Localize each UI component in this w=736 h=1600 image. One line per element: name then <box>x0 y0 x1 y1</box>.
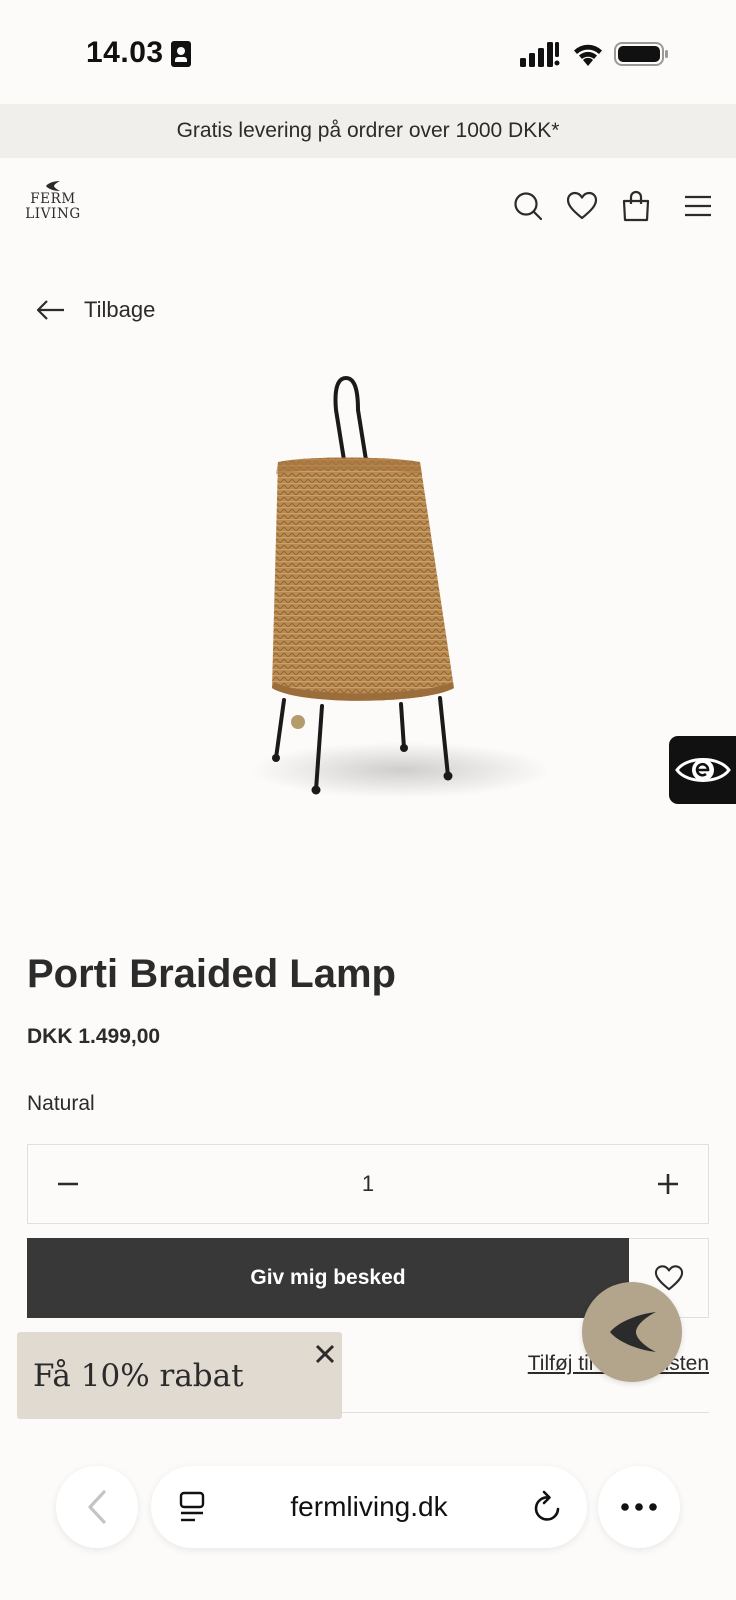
close-icon[interactable] <box>311 1340 339 1368</box>
notify-me-button[interactable]: Giv mig besked <box>27 1238 629 1318</box>
chat-button[interactable] <box>582 1282 682 1382</box>
minus-icon <box>58 1182 78 1186</box>
browser-toolbar: fermliving.dk <box>0 1448 736 1600</box>
heart-icon[interactable] <box>566 190 598 222</box>
tabs-icon[interactable] <box>177 1491 207 1523</box>
discount-popup[interactable]: Få 10% rabat <box>17 1332 342 1419</box>
arrow-left-icon <box>36 300 64 320</box>
accessibility-button[interactable] <box>669 736 736 804</box>
status-bar: 14.03 <box>0 0 736 104</box>
site-header: FERM LIVING <box>0 158 736 258</box>
product-title: Porti Braided Lamp <box>27 952 396 996</box>
bag-icon[interactable] <box>620 190 652 222</box>
search-icon[interactable] <box>512 190 544 222</box>
heart-icon <box>654 1265 683 1291</box>
address-bar[interactable]: fermliving.dk <box>151 1466 587 1548</box>
contact-card-icon <box>171 41 191 67</box>
product-image[interactable] <box>226 370 546 840</box>
product-price: DKK 1.499,00 <box>27 1025 161 1048</box>
cellular-signal-icon <box>520 42 560 67</box>
back-link[interactable]: Tilbage <box>36 292 155 328</box>
menu-icon[interactable] <box>682 190 714 222</box>
variant-label: Natural <box>27 1092 95 1115</box>
back-label: Tilbage <box>84 297 156 322</box>
browser-back-button[interactable] <box>56 1466 138 1548</box>
decrease-quantity-button[interactable] <box>28 1145 108 1223</box>
more-options-button[interactable] <box>598 1466 680 1548</box>
logo-line-1: FERM <box>30 191 76 207</box>
increase-quantity-button[interactable] <box>628 1145 708 1223</box>
ellipsis-icon <box>621 1503 657 1511</box>
promo-banner-text: Gratis levering på ordrer over 1000 DKK* <box>176 119 560 142</box>
chevron-left-icon <box>88 1490 106 1524</box>
quantity-value[interactable]: 1 <box>108 1145 628 1223</box>
logo-line-2: LIVING <box>25 206 81 222</box>
discount-popup-text: Få 10% rabat <box>33 1358 244 1394</box>
status-time: 14.03 <box>86 36 164 69</box>
logo[interactable]: FERM LIVING <box>22 180 84 236</box>
plus-icon <box>658 1174 678 1194</box>
eye-accessibility-icon <box>674 758 731 782</box>
leaf-logo-icon <box>610 1312 656 1352</box>
reload-icon[interactable] <box>531 1490 563 1524</box>
wifi-icon <box>574 44 602 66</box>
promo-banner: Gratis levering på ordrer over 1000 DKK* <box>0 104 736 158</box>
quantity-stepper: 1 <box>27 1144 709 1224</box>
url-text: fermliving.dk <box>290 1491 448 1522</box>
battery-icon <box>614 42 668 66</box>
